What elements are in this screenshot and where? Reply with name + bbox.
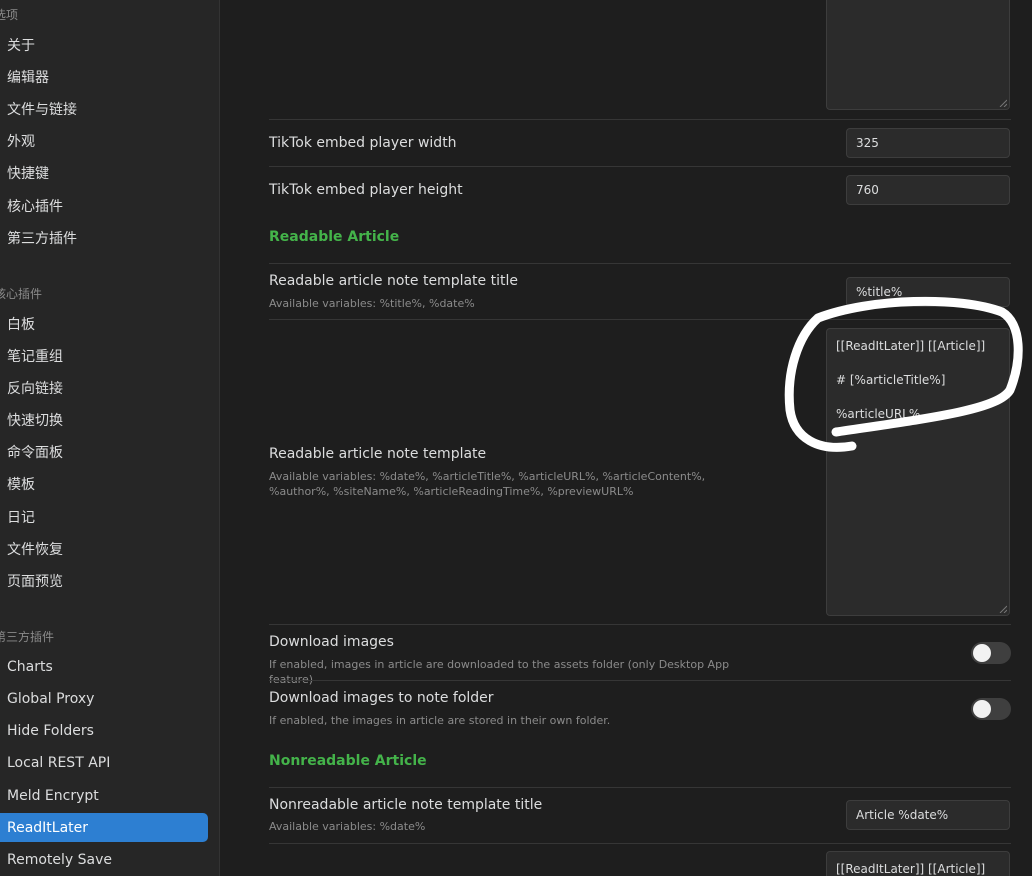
previous-template-textarea[interactable] — [826, 0, 1010, 110]
divider — [269, 119, 1011, 120]
divider — [269, 680, 1011, 681]
sidebar-item-hide-folders[interactable]: Hide Folders — [0, 716, 208, 745]
tiktok-width-input[interactable]: 325 — [846, 128, 1010, 158]
sidebar-item-hotkeys[interactable]: 快捷键 — [0, 158, 208, 187]
template-line: # [%articleTitle%] — [836, 373, 946, 387]
sidebar-item-about[interactable]: 关于 — [0, 30, 208, 59]
readable-title-input[interactable]: %title% — [846, 277, 1010, 307]
tiktok-height-label: TikTok embed player height — [269, 182, 463, 198]
sidebar-item-meld-encrypt[interactable]: Meld Encrypt — [0, 781, 208, 810]
sidebar-item-core-plugins[interactable]: 核心插件 — [0, 191, 208, 220]
download-images-folder-toggle[interactable] — [971, 698, 1011, 720]
divider — [269, 787, 1011, 788]
divider — [269, 166, 1011, 167]
readable-template-label: Readable article note template — [269, 446, 487, 462]
readable-title-description: Available variables: %title%, %date% — [269, 297, 475, 310]
nonreadable-title-description: Available variables: %date% — [269, 820, 426, 833]
divider — [269, 624, 1011, 625]
toggle-knob — [973, 700, 991, 718]
sidebar-item-page-preview[interactable]: 页面预览 — [0, 566, 208, 595]
toggle-knob — [973, 644, 991, 662]
sidebar-item-editor[interactable]: 编辑器 — [0, 62, 208, 91]
sidebar-item-note-composer[interactable]: 笔记重组 — [0, 341, 208, 370]
download-images-toggle[interactable] — [971, 642, 1011, 664]
readable-template-textarea[interactable]: [[ReadItLater]] [[Article]] # [%articleT… — [826, 328, 1010, 616]
nonreadable-template-textarea[interactable]: [[ReadItLater]] [[Article]] — [826, 851, 1010, 876]
download-images-folder-label: Download images to note folder — [269, 690, 494, 706]
resize-grip-icon[interactable] — [999, 605, 1007, 613]
sidebar-item-files-links[interactable]: 文件与链接 — [0, 94, 208, 123]
sidebar-group-community: 第三方插件 — [0, 630, 55, 644]
sidebar-item-community-plugins[interactable]: 第三方插件 — [0, 223, 208, 252]
nonreadable-title-label: Nonreadable article note template title — [269, 797, 543, 813]
settings-sidebar: 选项 关于 编辑器 文件与链接 外观 快捷键 核心插件 第三方插件 核心插件 白… — [0, 0, 220, 876]
tiktok-height-input[interactable]: 760 — [846, 175, 1010, 205]
sidebar-item-daily-notes[interactable]: 日记 — [0, 502, 208, 531]
readable-article-heading: Readable Article — [269, 229, 400, 245]
sidebar-item-backlinks[interactable]: 反向链接 — [0, 373, 208, 402]
sidebar-item-quick-switcher[interactable]: 快速切换 — [0, 405, 208, 434]
tiktok-width-label: TikTok embed player width — [269, 135, 457, 151]
sidebar-item-readitlater[interactable]: ReadItLater — [0, 813, 208, 842]
divider — [269, 843, 1011, 844]
sidebar-item-remotely-save[interactable]: Remotely Save — [0, 845, 208, 874]
template-line: %articleURL% — [836, 407, 921, 421]
settings-content: TikTok embed player width 325 TikTok emb… — [221, 0, 1032, 876]
sidebar-item-charts[interactable]: Charts — [0, 652, 208, 681]
sidebar-item-global-proxy[interactable]: Global Proxy — [0, 684, 208, 713]
sidebar-item-appearance[interactable]: 外观 — [0, 126, 208, 155]
sidebar-item-local-rest-api[interactable]: Local REST API — [0, 748, 208, 777]
download-images-description: If enabled, images in article are downlo… — [269, 658, 730, 686]
sidebar-item-templates[interactable]: 模板 — [0, 469, 208, 498]
template-line: [[ReadItLater]] [[Article]] — [836, 339, 986, 353]
sidebar-item-command-palette[interactable]: 命令面板 — [0, 437, 208, 466]
nonreadable-title-input[interactable]: Article %date% — [846, 800, 1010, 830]
download-images-folder-description: If enabled, the images in article are st… — [269, 714, 611, 727]
download-images-label: Download images — [269, 634, 394, 650]
template-line: [[ReadItLater]] [[Article]] — [836, 862, 986, 876]
nonreadable-article-heading: Nonreadable Article — [269, 753, 427, 769]
sidebar-item-canvas[interactable]: 白板 — [0, 309, 208, 338]
sidebar-group-core: 核心插件 — [0, 287, 43, 301]
sidebar-group-options: 选项 — [0, 8, 19, 22]
resize-grip-icon[interactable] — [999, 99, 1007, 107]
divider — [269, 319, 1011, 320]
readable-title-label: Readable article note template title — [269, 273, 518, 289]
sidebar-item-file-recovery[interactable]: 文件恢复 — [0, 534, 208, 563]
readable-template-description: Available variables: %date%, %articleTit… — [269, 470, 706, 498]
divider — [269, 263, 1011, 264]
